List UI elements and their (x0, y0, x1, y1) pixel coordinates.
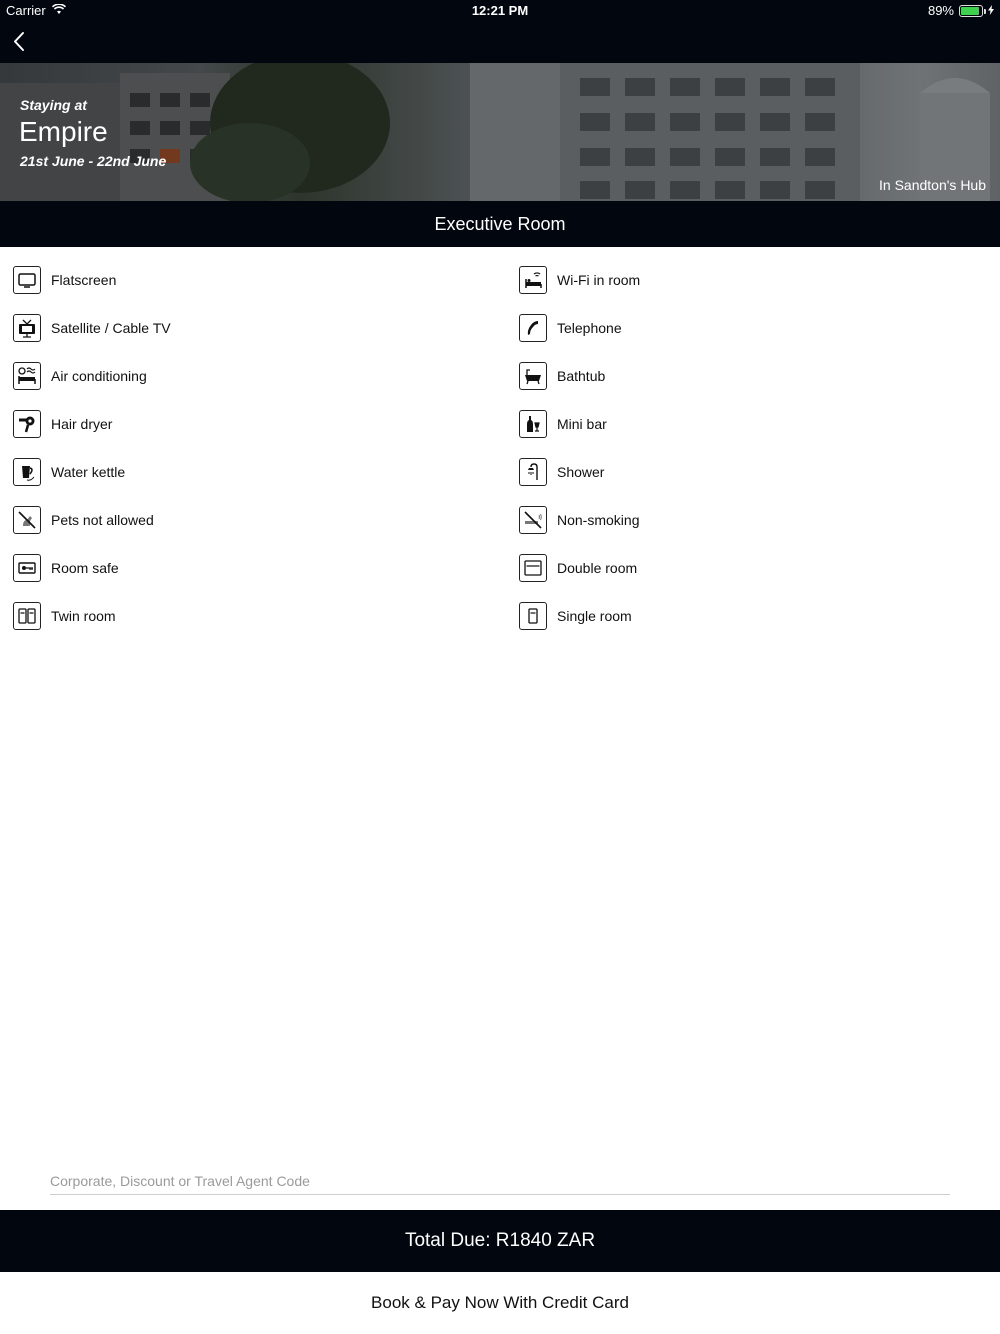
amenity-shower: Shower (519, 457, 604, 487)
amenity-air-conditioning: Air conditioning (13, 361, 147, 391)
amenity-label: Bathtub (557, 368, 606, 384)
amenity-satellite-tv: Satellite / Cable TV (13, 313, 171, 343)
amenity-room-safe: Room safe (13, 553, 119, 583)
amenity-label: Water kettle (51, 464, 126, 480)
non-smoking-icon (519, 506, 547, 534)
amenity-label: Satellite / Cable TV (51, 320, 171, 336)
twin-room-icon (13, 602, 41, 630)
navigation-bar (0, 22, 1000, 63)
amenity-label: Non-smoking (557, 512, 640, 528)
amenity-pets-not-allowed: Pets not allowed (13, 505, 154, 535)
bathtub-icon (519, 362, 547, 390)
book-pay-button[interactable]: Book & Pay Now With Credit Card (0, 1272, 1000, 1334)
status-right: 89% (928, 3, 994, 18)
double-room-icon (519, 554, 547, 582)
room-safe-icon (13, 554, 41, 582)
amenity-label: Telephone (557, 320, 622, 336)
amenity-label: Double room (557, 560, 638, 576)
discount-code-input[interactable] (50, 1167, 950, 1195)
chevron-left-icon (14, 32, 24, 51)
air-conditioning-icon (13, 362, 41, 390)
amenity-hair-dryer: Hair dryer (13, 409, 112, 439)
wifi-room-icon (519, 266, 547, 294)
amenity-label: Pets not allowed (51, 512, 154, 528)
mini-bar-icon (519, 410, 547, 438)
charging-icon (988, 3, 994, 18)
room-title: Executive Room (0, 201, 1000, 247)
amenity-label: Air conditioning (51, 368, 147, 384)
amenity-label: Twin room (51, 608, 116, 624)
amenity-label: Shower (557, 464, 605, 480)
amenity-label: Mini bar (557, 416, 607, 432)
amenity-telephone: Telephone (519, 313, 622, 343)
amenity-wifi-in-room: Wi-Fi in room (519, 265, 640, 295)
amenity-label: Single room (557, 608, 632, 624)
battery-icon (959, 4, 986, 17)
amenity-mini-bar: Mini bar (519, 409, 607, 439)
satellite-tv-icon (13, 314, 41, 342)
no-pets-icon (13, 506, 41, 534)
amenity-bathtub: Bathtub (519, 361, 605, 391)
hotel-location: In Sandton's Hub (879, 177, 986, 193)
amenity-flatscreen: Flatscreen (13, 265, 116, 295)
status-bar: Carrier 12:21 PM 89% (0, 0, 1000, 22)
battery-fill (961, 6, 979, 15)
amenity-single-room: Single room (519, 601, 632, 631)
flatscreen-icon (13, 266, 41, 294)
total-due: Total Due: R1840 ZAR (0, 1210, 1000, 1272)
hotel-name: Empire (19, 116, 108, 147)
status-time: 12:21 PM (471, 3, 529, 18)
battery-percent: 89% (927, 3, 954, 18)
amenity-label: Room safe (51, 560, 119, 576)
hair-dryer-icon (13, 410, 41, 438)
shower-icon (519, 458, 547, 486)
amenity-non-smoking: Non-smoking (519, 505, 639, 535)
stay-dates: 21st June - 22nd June (20, 153, 167, 169)
amenity-water-kettle: Water kettle (13, 457, 125, 487)
telephone-icon (519, 314, 547, 342)
amenity-twin-room: Twin room (13, 601, 116, 631)
hero-overlay (0, 63, 1000, 201)
single-room-icon (519, 602, 547, 630)
hotel-hero-image: Staying at Empire 21st June - 22nd June … (0, 63, 1000, 201)
back-button[interactable] (6, 26, 38, 58)
amenity-label: Wi-Fi in room (557, 272, 641, 288)
staying-at-label: Staying at (20, 97, 87, 113)
amenity-double-room: Double room (519, 553, 637, 583)
amenity-label: Flatscreen (51, 272, 117, 288)
water-kettle-icon (13, 458, 41, 486)
amenity-label: Hair dryer (51, 416, 113, 432)
